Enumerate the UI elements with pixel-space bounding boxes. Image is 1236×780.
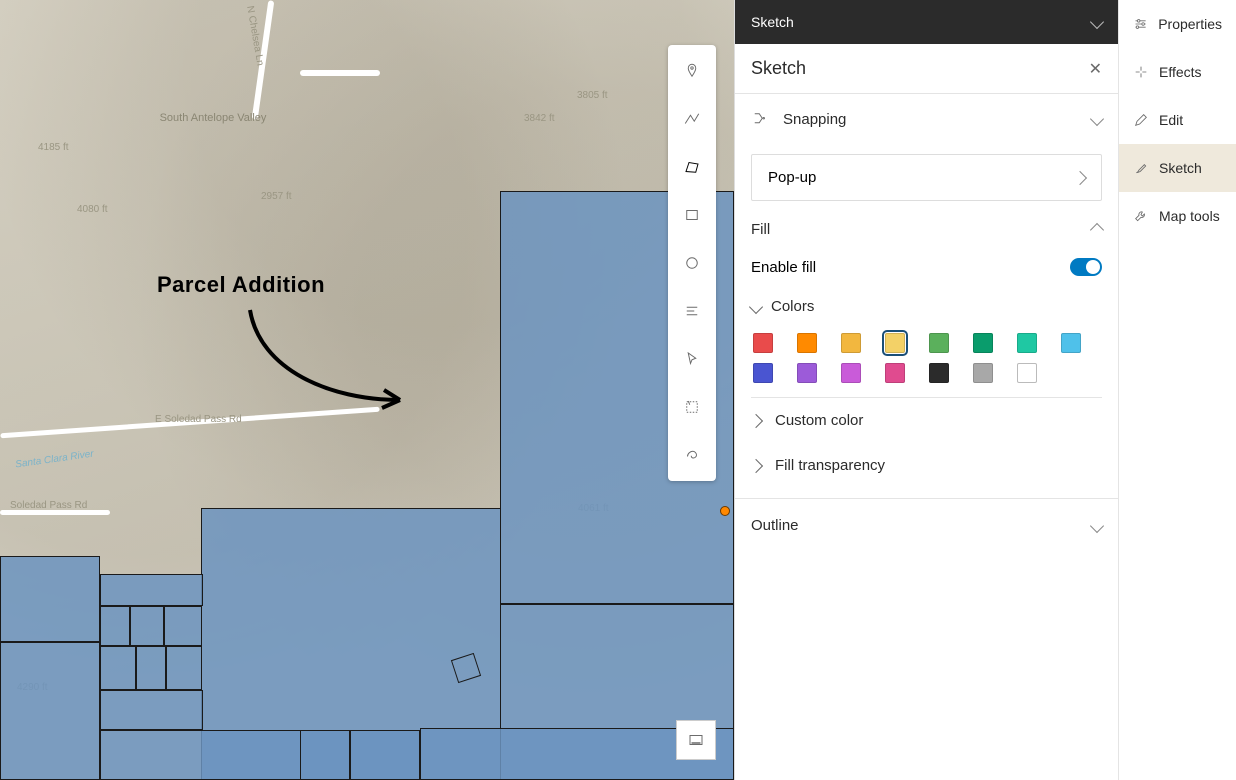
freehand-tool[interactable] bbox=[668, 431, 716, 479]
chevron-right-icon bbox=[749, 458, 763, 472]
snapping-icon bbox=[751, 110, 769, 128]
custom-color-label: Custom color bbox=[775, 412, 863, 429]
elevation-label: 3805 ft bbox=[577, 90, 608, 101]
sidenav-label: Sketch bbox=[1159, 160, 1202, 176]
lasso-select-tool[interactable] bbox=[668, 383, 716, 431]
color-swatch[interactable] bbox=[885, 363, 905, 383]
chevron-down-icon[interactable] bbox=[1090, 15, 1104, 29]
color-palette-row-1 bbox=[751, 329, 1102, 359]
fill-transparency-row[interactable]: Fill transparency bbox=[751, 443, 1102, 488]
road-label: E Soledad Pass Rd bbox=[155, 414, 242, 425]
color-swatch[interactable] bbox=[885, 333, 905, 353]
color-swatch[interactable] bbox=[1017, 363, 1037, 383]
panel-body: Snapping Pop-up Fill Enable fill Colors … bbox=[735, 94, 1118, 780]
right-sidenav: Properties Effects Edit Sketch Map tools bbox=[1118, 0, 1236, 780]
road-label: Soledad Pass Rd bbox=[10, 500, 87, 511]
custom-color-row[interactable]: Custom color bbox=[751, 398, 1102, 443]
color-palette-row-2 bbox=[751, 359, 1102, 389]
elevation-label: 4080 ft bbox=[77, 204, 108, 215]
chevron-right-icon bbox=[1073, 170, 1087, 184]
color-swatch[interactable] bbox=[973, 363, 993, 383]
panel-title-row: Sketch ✕ bbox=[735, 44, 1118, 94]
panel-header[interactable]: Sketch bbox=[735, 0, 1118, 44]
chevron-down-icon bbox=[1090, 518, 1104, 532]
enable-fill-toggle[interactable] bbox=[1070, 258, 1102, 276]
brush-icon bbox=[1133, 160, 1149, 176]
road bbox=[300, 70, 380, 76]
popup-row[interactable]: Pop-up bbox=[751, 154, 1102, 201]
snapping-row[interactable]: Snapping bbox=[751, 94, 1102, 144]
place-label: South Antelope Valley bbox=[158, 112, 268, 124]
panel-title: Sketch bbox=[751, 58, 806, 79]
color-swatch[interactable] bbox=[1061, 333, 1081, 353]
point-tool[interactable] bbox=[668, 47, 716, 95]
orange-marker bbox=[720, 506, 730, 516]
elevation-label: 4185 ft bbox=[38, 142, 69, 153]
text-tool[interactable] bbox=[668, 287, 716, 335]
color-swatch[interactable] bbox=[797, 333, 817, 353]
elevation-label: 3842 ft bbox=[524, 113, 555, 124]
sidenav-item-properties[interactable]: Properties bbox=[1119, 0, 1236, 48]
sidenav-label: Effects bbox=[1159, 64, 1202, 80]
map-annotation: Parcel Addition bbox=[157, 272, 325, 298]
chevron-right-icon bbox=[749, 413, 763, 427]
chevron-down-icon bbox=[1090, 112, 1104, 126]
sidenav-label: Map tools bbox=[1159, 208, 1220, 224]
sliders-icon bbox=[1133, 16, 1148, 32]
color-swatch[interactable] bbox=[753, 333, 773, 353]
sidenav-item-maptools[interactable]: Map tools bbox=[1119, 192, 1236, 240]
close-icon[interactable]: ✕ bbox=[1089, 59, 1102, 79]
fill-subsections: Custom color Fill transparency bbox=[751, 397, 1102, 488]
outline-section-header[interactable]: Outline bbox=[751, 499, 1102, 552]
snapping-label: Snapping bbox=[783, 111, 846, 128]
fill-section-header[interactable]: Fill bbox=[751, 201, 1102, 248]
color-swatch[interactable] bbox=[929, 363, 949, 383]
color-swatch[interactable] bbox=[973, 333, 993, 353]
colors-label: Colors bbox=[771, 298, 814, 315]
polygon-tool[interactable] bbox=[668, 143, 716, 191]
line-tool[interactable] bbox=[668, 95, 716, 143]
chevron-down-icon bbox=[749, 299, 763, 313]
drawing-toolbar bbox=[668, 45, 716, 481]
arrow-icon bbox=[230, 300, 430, 420]
color-swatch[interactable] bbox=[841, 363, 861, 383]
fill-label: Fill bbox=[751, 221, 770, 238]
popup-label: Pop-up bbox=[768, 169, 816, 186]
sidenav-label: Edit bbox=[1159, 112, 1183, 128]
chevron-up-icon bbox=[1090, 222, 1104, 236]
enable-fill-label: Enable fill bbox=[751, 259, 816, 276]
panel-header-title: Sketch bbox=[751, 14, 794, 30]
sidenav-label: Properties bbox=[1158, 16, 1222, 32]
sidenav-item-effects[interactable]: Effects bbox=[1119, 48, 1236, 96]
outline-label: Outline bbox=[751, 517, 799, 534]
sidenav-item-sketch[interactable]: Sketch bbox=[1119, 144, 1236, 192]
wrench-icon bbox=[1133, 208, 1149, 224]
circle-tool[interactable] bbox=[668, 239, 716, 287]
fill-transparency-label: Fill transparency bbox=[775, 457, 885, 474]
color-swatch[interactable] bbox=[841, 333, 861, 353]
sketch-panel: Sketch Sketch ✕ Snapping Pop-up Fill Ena… bbox=[734, 0, 1118, 780]
basemap-toggle[interactable] bbox=[676, 720, 716, 760]
sidenav-item-edit[interactable]: Edit bbox=[1119, 96, 1236, 144]
enable-fill-row: Enable fill bbox=[751, 248, 1102, 294]
color-swatch[interactable] bbox=[929, 333, 949, 353]
cursor-tool[interactable] bbox=[668, 335, 716, 383]
elevation-label: 2957 ft bbox=[261, 191, 292, 202]
sparkle-icon bbox=[1133, 64, 1149, 80]
color-swatch[interactable] bbox=[797, 363, 817, 383]
colors-header[interactable]: Colors bbox=[751, 294, 1102, 329]
map-canvas[interactable]: 3805 ft 3842 ft 4185 ft 2957 ft 4080 ft … bbox=[0, 0, 734, 780]
color-swatch[interactable] bbox=[753, 363, 773, 383]
color-swatch[interactable] bbox=[1017, 333, 1037, 353]
rectangle-tool[interactable] bbox=[668, 191, 716, 239]
pencil-icon bbox=[1133, 112, 1149, 128]
